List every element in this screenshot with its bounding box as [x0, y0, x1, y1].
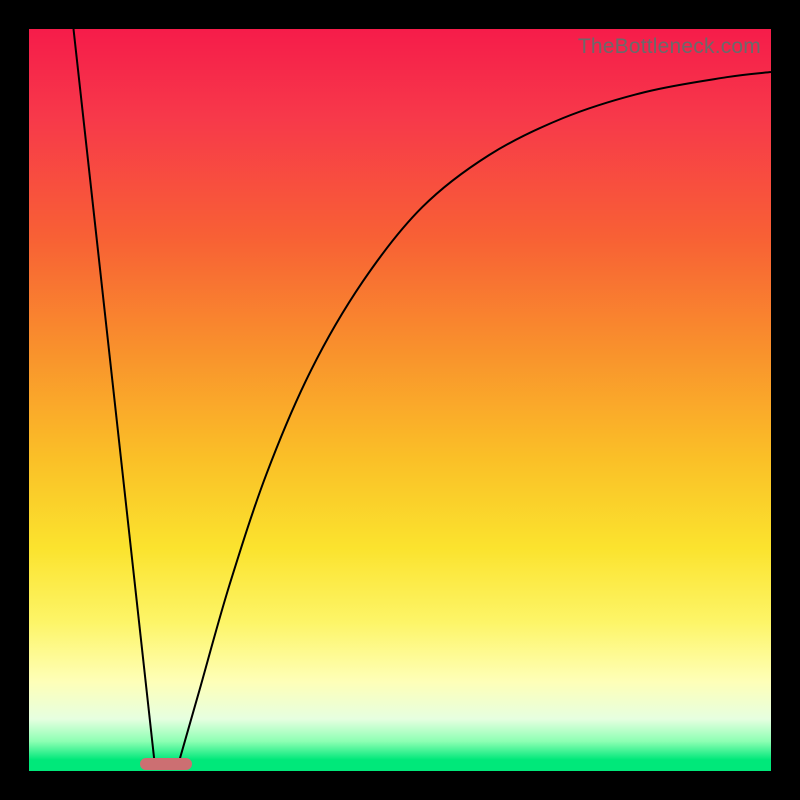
- optimal-marker: [140, 758, 192, 770]
- chart-lines: [29, 29, 771, 771]
- left-descent-line: [74, 29, 156, 767]
- chart-frame: TheBottleneck.com: [0, 0, 800, 800]
- plot-area: TheBottleneck.com: [29, 29, 771, 771]
- right-curve-path: [177, 72, 771, 767]
